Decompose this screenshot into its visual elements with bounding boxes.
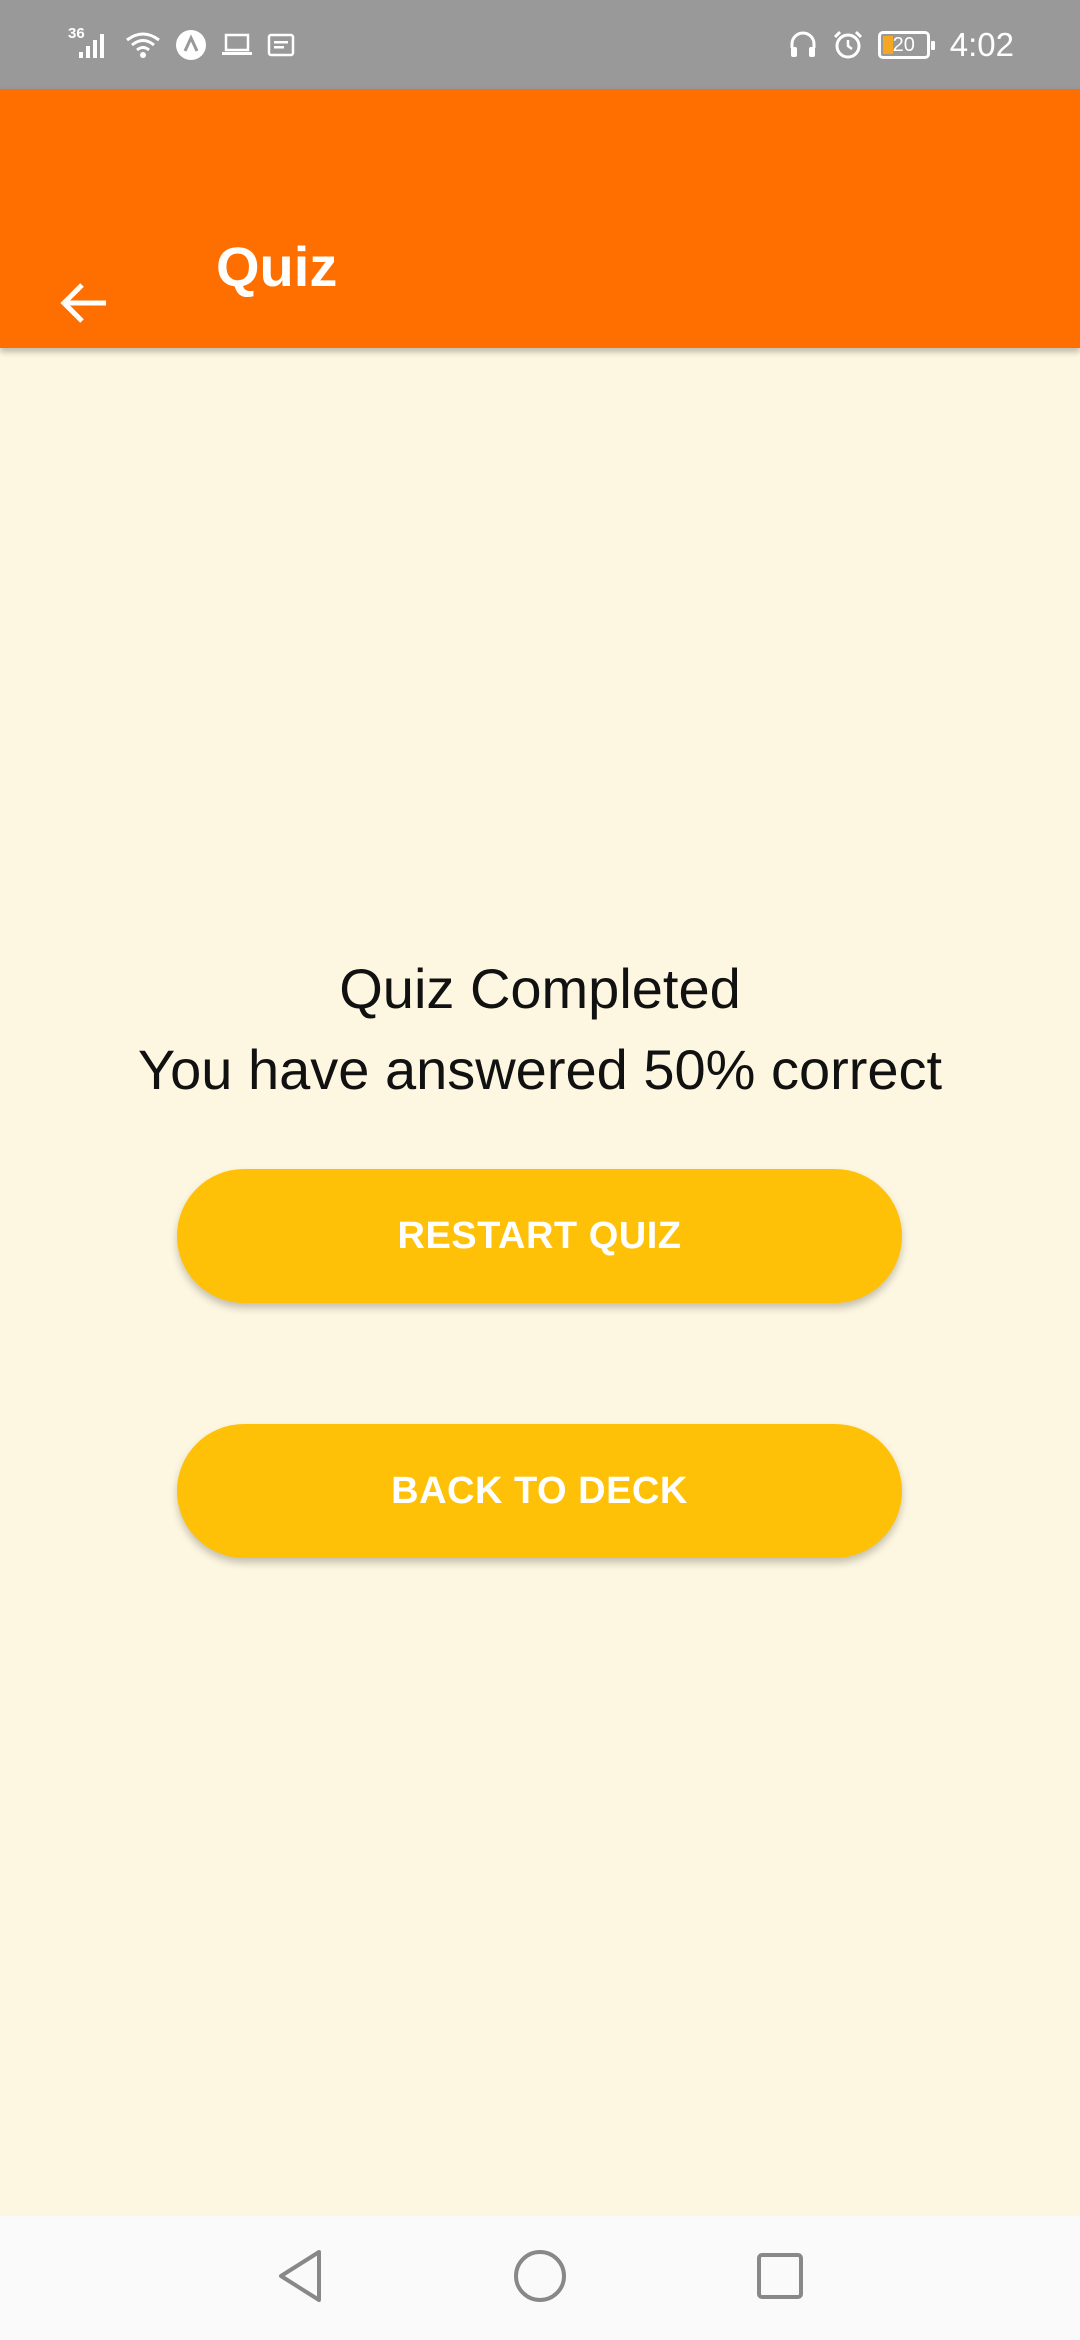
quiz-completed-title: Quiz Completed: [339, 957, 741, 1020]
status-time: 4:02: [949, 26, 1014, 63]
nav-back-button[interactable]: [268, 2246, 332, 2310]
status-bar: 36 20 4:02: [0, 0, 1080, 89]
app-bar: Quiz: [0, 89, 1080, 348]
restart-quiz-button[interactable]: RESTART QUIZ: [177, 1169, 902, 1303]
alarm-icon: [832, 29, 864, 61]
nav-home-icon: [512, 2248, 568, 2309]
back-to-deck-button[interactable]: BACK TO DECK: [177, 1424, 902, 1558]
headset-icon: [788, 30, 818, 60]
nav-recents-icon: [755, 2251, 805, 2306]
arrow-left-icon: [56, 279, 112, 332]
system-nav-bar: [0, 2216, 1080, 2340]
nav-recents-button[interactable]: [748, 2246, 812, 2310]
network-type-label: 36: [68, 24, 85, 42]
nav-home-button[interactable]: [508, 2246, 572, 2310]
page-title: Quiz: [216, 235, 338, 298]
nav-back-icon: [275, 2248, 325, 2309]
app-notification-icon: [175, 29, 207, 61]
battery-level: 20: [892, 33, 915, 56]
status-right-icons: 20 4:02: [788, 22, 1014, 68]
battery-level-fill: [882, 36, 893, 54]
status-left-icons: 36: [68, 22, 295, 68]
wifi-icon: [125, 30, 161, 60]
quiz-score-message: You have answered 50% correct: [137, 1038, 943, 1101]
battery-icon: 20: [877, 31, 935, 59]
laptop-icon: [221, 32, 253, 58]
message-icon: [267, 32, 295, 58]
signal-icon: 36: [68, 25, 111, 60]
back-button[interactable]: [44, 265, 124, 345]
